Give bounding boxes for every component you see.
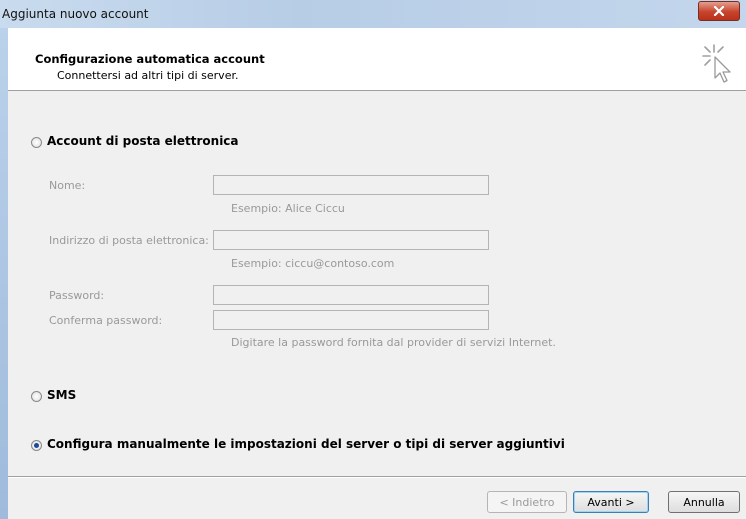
window-title: Aggiunta nuovo account bbox=[2, 7, 149, 21]
dialog-header: Configurazione automatica account Connet… bbox=[8, 28, 746, 91]
manual-config-option-label[interactable]: Configura manualmente le impostazioni de… bbox=[47, 437, 565, 451]
sms-option-label[interactable]: SMS bbox=[47, 388, 76, 402]
name-label: Nome: bbox=[49, 179, 86, 192]
email-account-option-label[interactable]: Account di posta elettronica bbox=[47, 134, 239, 148]
password-field[interactable] bbox=[213, 285, 489, 305]
dialog-content: Configurazione automatica account Connet… bbox=[8, 28, 746, 519]
email-field[interactable] bbox=[213, 230, 489, 250]
manual-config-radio[interactable] bbox=[31, 440, 42, 451]
close-button[interactable] bbox=[698, 1, 740, 21]
cancel-button[interactable]: Annulla bbox=[668, 491, 740, 513]
title-bar[interactable]: Aggiunta nuovo account bbox=[0, 0, 746, 28]
password-hint: Digitare la password fornita dal provide… bbox=[231, 336, 556, 349]
email-account-radio[interactable] bbox=[31, 137, 42, 148]
cursor-click-icon bbox=[702, 44, 731, 83]
confirm-password-field[interactable] bbox=[213, 310, 489, 330]
password-label: Password: bbox=[49, 289, 105, 302]
header-title: Configurazione automatica account bbox=[35, 52, 265, 66]
close-icon bbox=[713, 6, 725, 16]
confirm-password-label: Conferma password: bbox=[49, 314, 163, 327]
name-field[interactable] bbox=[213, 175, 489, 195]
email-example: Esempio: ciccu@contoso.com bbox=[231, 257, 395, 270]
footer-separator bbox=[8, 476, 746, 478]
sms-radio[interactable] bbox=[31, 391, 42, 402]
add-account-dialog: Aggiunta nuovo account Configurazione au… bbox=[0, 0, 746, 519]
email-label: Indirizzo di posta elettronica: bbox=[49, 234, 209, 247]
name-example: Esempio: Alice Ciccu bbox=[231, 202, 345, 215]
header-subtitle: Connettersi ad altri tipi di server. bbox=[57, 69, 239, 82]
back-button[interactable]: < Indietro bbox=[487, 491, 567, 513]
next-button[interactable]: Avanti > bbox=[573, 491, 649, 513]
